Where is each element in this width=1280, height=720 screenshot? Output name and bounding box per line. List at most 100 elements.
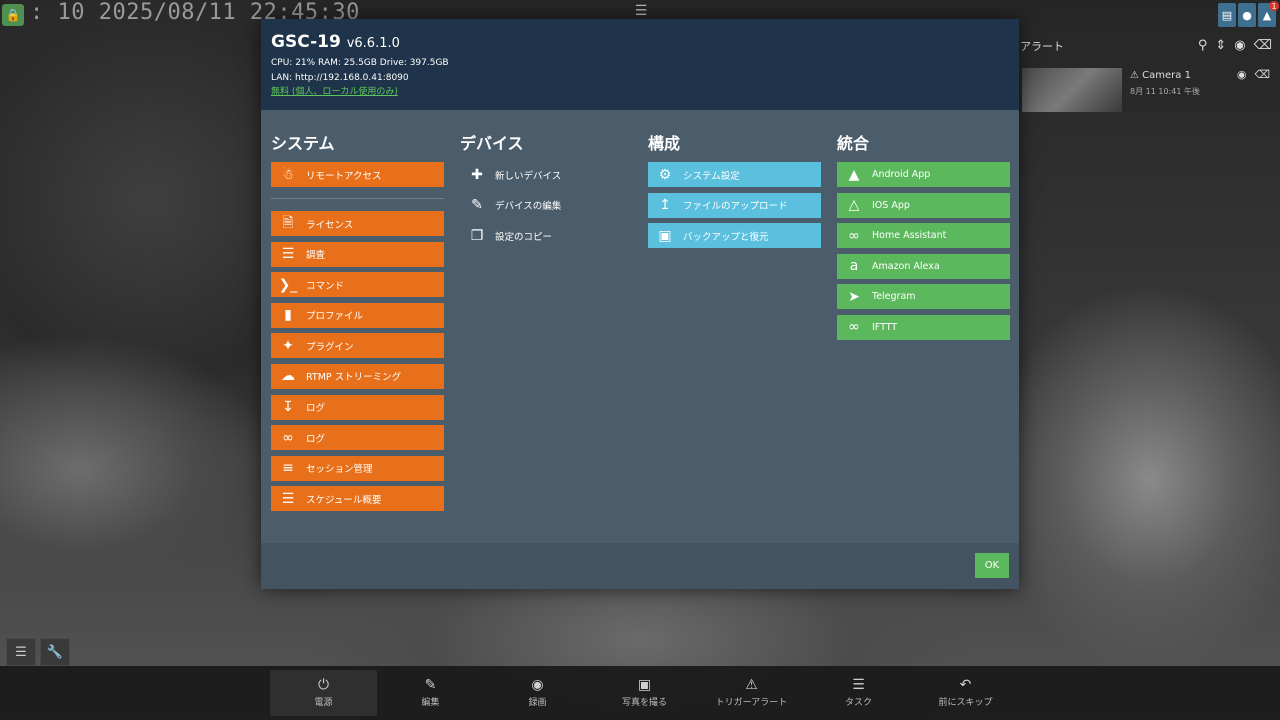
amazon-icon: a <box>849 258 859 275</box>
bottom-toolbar-item-3[interactable]: ▣ 写真を撮る <box>591 670 698 716</box>
integration-button-1[interactable]: △ IOS App <box>837 192 1010 218</box>
bottom-toolbar-item-0[interactable]: ⏻ 電源 <box>270 670 377 716</box>
device-button-0[interactable]: ✚ 新しいデバイス <box>460 162 633 187</box>
bottom-toolbar-item-6[interactable]: ↶ 前にスキップ <box>912 670 1019 716</box>
system-button-7[interactable]: ∞ ログ <box>271 425 444 451</box>
eye-icon[interactable]: ◉ <box>1234 38 1245 53</box>
config-label: ファイルのアップロード <box>683 201 788 213</box>
eye-icon[interactable]: ◉ <box>1237 68 1247 81</box>
trash-icon[interactable]: ⌫ <box>1254 38 1272 53</box>
cloud-upload-icon: ☁ <box>281 368 295 385</box>
config-title: 構成 <box>648 134 681 153</box>
system-button-0[interactable]: 🗎 ライセンス <box>271 211 444 236</box>
config-button-0[interactable]: ⚙ システム設定 <box>648 162 821 187</box>
config-button-1[interactable]: ↥ ファイルのアップロード <box>648 192 821 218</box>
edit-icon: ✎ <box>424 677 437 693</box>
system-button-8[interactable]: ≡ セッション管理 <box>271 455 444 481</box>
integration-button-2[interactable]: ∞ Home Assistant <box>837 223 1010 249</box>
divider <box>271 198 444 199</box>
bottom-toolbar-label: 前にスキップ <box>938 698 993 708</box>
link-icon: ∞ <box>848 227 860 244</box>
system-label: コマンド <box>306 280 345 292</box>
device-button-2[interactable]: ❐ 設定のコピー <box>460 223 633 248</box>
power-icon: ⏻ <box>317 677 330 693</box>
menu-icon[interactable]: ☰ <box>633 3 649 19</box>
config-button-2[interactable]: ▣ バックアップと復元 <box>648 223 821 249</box>
system-label: ログ <box>306 433 326 445</box>
copy-icon: ❐ <box>470 227 484 244</box>
system-top-label: リモートアクセス <box>306 170 382 182</box>
integration-label: Amazon Alexa <box>872 260 940 272</box>
system-label: ライセンス <box>306 219 354 231</box>
integration-button-3[interactable]: a Amazon Alexa <box>837 253 1010 279</box>
system-button-3[interactable]: ▮ プロファイル <box>271 302 444 328</box>
system-button-2[interactable]: ❯_ コマンド <box>271 272 444 298</box>
trash-icon[interactable]: ⌫ <box>1254 68 1270 81</box>
layout-icon[interactable]: ▤ <box>1218 3 1236 27</box>
alerts-panel: アラート ⚲ ⇕ ◉ ⌫ ⚠ Camera 1 8月 11 10:41 午後 ◉… <box>1018 34 1280 112</box>
accessibility-icon: ☃ <box>281 166 295 183</box>
integration-button-0[interactable]: ▲ Android App <box>837 162 1010 187</box>
bottom-toolbar-item-1[interactable]: ✎ 編集 <box>377 670 484 716</box>
integration-button-4[interactable]: ➤ Telegram <box>837 284 1010 310</box>
system-button-4[interactable]: ✦ プラグイン <box>271 333 444 359</box>
system-column: システム ☃ リモートアクセス 🗎 ライセンス ☰ 調査 ❯_ コマンド ▮ プロファイル ✦ プラ… <box>271 130 444 517</box>
alert-title: ⚠ Camera 1 <box>1130 70 1191 81</box>
lock-icon[interactable]: 🔒 <box>2 4 24 26</box>
system-label: ログ <box>306 403 326 415</box>
license-link[interactable]: 無料 (個人、ローカル使用のみ) <box>271 85 1009 99</box>
bottom-toolbar-item-2[interactable]: ◉ 録画 <box>484 670 591 716</box>
system-button-6[interactable]: ↧ ログ <box>271 394 444 420</box>
integration-label: IOS App <box>872 199 910 211</box>
system-label: プロファイル <box>306 311 364 323</box>
warning-icon: ⚠ <box>1130 70 1139 81</box>
bottom-toolbar-label: 電源 <box>314 698 333 708</box>
alert-item[interactable]: ⚠ Camera 1 8月 11 10:41 午後 ◉ ⌫ <box>1018 68 1280 112</box>
integration-button-5[interactable]: ∞ IFTTT <box>837 314 1010 340</box>
bookmark-icon: ▮ <box>284 307 292 324</box>
telegram-icon: ➤ <box>848 288 860 305</box>
undo-icon: ↶ <box>959 677 972 693</box>
dialog-header: GSC-19 v6.6.1.0 CPU: 21% RAM: 25.5GB Dri… <box>261 19 1019 110</box>
license-icon: 🗎 <box>282 214 294 231</box>
system-top-button-0[interactable]: ☃ リモートアクセス <box>271 162 444 187</box>
search-icon[interactable]: ⚲ <box>1198 38 1208 53</box>
dialog-footer: OK <box>261 543 1019 589</box>
dialog-body: システム ☃ リモートアクセス 🗎 ライセンス ☰ 調査 ❯_ コマンド ▮ プロファイル ✦ プラ… <box>261 110 1019 543</box>
lan-address: LAN: http://192.168.0.41:8090 <box>271 73 409 83</box>
list-icon: ≡ <box>282 460 294 477</box>
system-label: プラグイン <box>306 341 354 353</box>
sort-icon[interactable]: ⇕ <box>1215 38 1226 53</box>
plus-icon: ✚ <box>471 166 483 183</box>
user-icon[interactable]: ● <box>1238 3 1256 27</box>
wrench-icon[interactable]: 🔧 <box>40 638 70 666</box>
sliders-icon[interactable]: ☰ <box>6 638 36 666</box>
devices-column: デバイス ✚ 新しいデバイス ✎ デバイスの編集 ❐ 設定のコピー <box>460 130 633 254</box>
app-title: GSC-19 v6.6.1.0 <box>271 31 1009 55</box>
integration-label: IFTTT <box>872 321 898 333</box>
top-right-toolbar: ▤ ● ▲ 1 <box>1218 1 1279 27</box>
device-button-1[interactable]: ✎ デバイスの編集 <box>460 193 633 218</box>
system-label: 調査 <box>306 250 326 262</box>
link-icon: ∞ <box>282 429 294 446</box>
upload-icon: ↥ <box>659 197 671 214</box>
system-button-9[interactable]: ☰ スケジュール概要 <box>271 486 444 512</box>
bottom-toolbar-item-4[interactable]: ⚠ トリガーアラート <box>698 670 805 716</box>
alert-actions: ◉ ⌫ <box>1237 68 1270 81</box>
system-stats: CPU: 21% RAM: 25.5GB Drive: 397.5GB <box>271 58 449 68</box>
checklist-icon: ☰ <box>281 490 295 507</box>
config-column: 構成 ⚙ システム設定 ↥ ファイルのアップロード ▣ バックアップと復元 <box>648 130 821 254</box>
alert-thumbnail[interactable] <box>1022 68 1122 112</box>
bottom-toolbar-item-5[interactable]: ☰ タスク <box>805 670 912 716</box>
bottom-toolbar-label: トリガーアラート <box>715 698 788 708</box>
bell-icon[interactable]: ▲ 1 <box>1258 1 1279 27</box>
download-icon: ↧ <box>282 399 294 416</box>
system-button-5[interactable]: ☁ RTMP ストリーミング <box>271 363 444 389</box>
integration-label: Telegram <box>872 291 916 303</box>
bottom-toolbar-label: 写真を撮る <box>621 698 667 708</box>
ok-button[interactable]: OK <box>975 553 1009 578</box>
integration-label: Home Assistant <box>872 230 947 242</box>
system-button-1[interactable]: ☰ 調査 <box>271 241 444 267</box>
integration-label: Android App <box>872 169 931 180</box>
bottom-toolbar-label: 編集 <box>421 698 440 708</box>
